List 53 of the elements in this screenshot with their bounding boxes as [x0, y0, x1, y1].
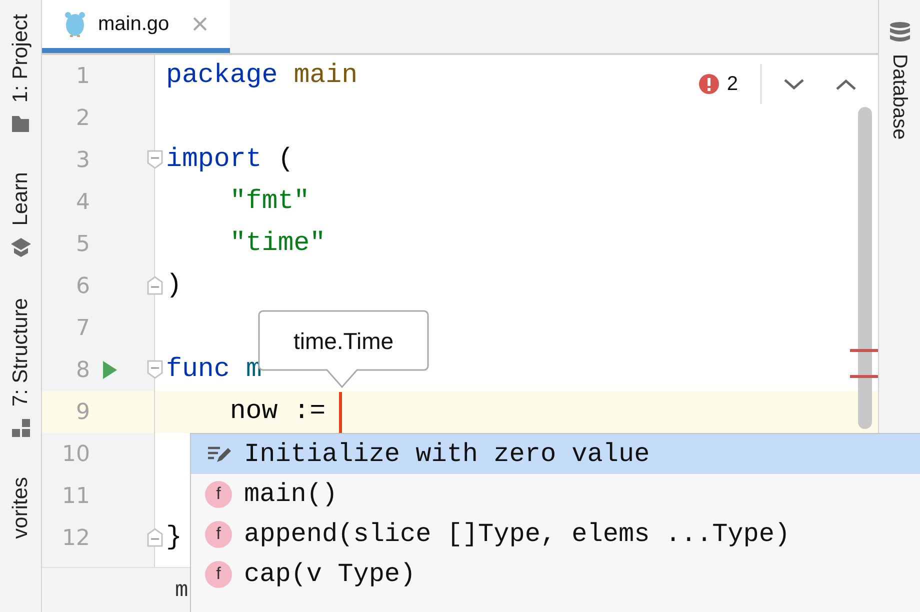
- text-cursor: [339, 392, 342, 433]
- editor-tab[interactable]: main.go: [42, 0, 230, 53]
- scrollbar-thumb[interactable]: [858, 107, 872, 429]
- line-number: 12: [61, 524, 90, 552]
- line-number: 6: [75, 272, 90, 300]
- fold-end-icon[interactable]: [147, 528, 163, 547]
- code-line: import (: [166, 143, 294, 176]
- close-tab-button[interactable]: [191, 15, 210, 33]
- code-line: ): [166, 269, 182, 302]
- code-line: }: [166, 521, 182, 554]
- chevron-up-icon: [836, 78, 856, 90]
- error-icon: [698, 74, 719, 94]
- line-number: 10: [61, 440, 90, 468]
- play-icon: [102, 361, 118, 379]
- line-number: 9: [75, 398, 90, 426]
- completion-item[interactable]: f main(): [191, 474, 920, 514]
- completion-item[interactable]: Initialize with zero value: [191, 434, 920, 474]
- function-badge: f: [205, 480, 232, 508]
- sidebar-tab[interactable]: Database: [890, 54, 910, 140]
- code-line: package main: [166, 59, 358, 92]
- completion-item[interactable]: f append(slice []Type, elems ...Type): [191, 514, 920, 554]
- sidebar-tab[interactable]: Learn: [10, 172, 31, 226]
- fold-marker-icon[interactable]: [147, 150, 163, 169]
- line-number: 5: [75, 230, 90, 258]
- line-number: 8: [75, 356, 90, 384]
- completion-item[interactable]: f cap(v Type): [191, 554, 920, 594]
- code-line: "fmt": [228, 185, 310, 218]
- breadcrumb[interactable]: m: [175, 574, 188, 606]
- fold-end-icon[interactable]: [147, 276, 163, 295]
- close-icon: [192, 16, 208, 32]
- problems-counter[interactable]: 2: [698, 69, 760, 99]
- graduation-cap-icon: [10, 237, 30, 258]
- run-button[interactable]: [102, 361, 118, 379]
- folder-icon: [12, 114, 29, 132]
- database-icon: [888, 22, 910, 44]
- code-line: now :=: [228, 395, 326, 428]
- chevron-down-icon: [784, 78, 804, 90]
- line-number: 3: [75, 146, 90, 174]
- line-number: 7: [75, 314, 90, 342]
- fold-marker-icon[interactable]: [147, 360, 163, 379]
- pencil-lines-icon: [207, 444, 232, 464]
- function-badge: f: [205, 560, 232, 588]
- function-badge: f: [205, 520, 232, 548]
- gopher-file-icon: [64, 10, 86, 38]
- line-number: 11: [61, 482, 90, 510]
- line-number: 1: [75, 62, 90, 90]
- sidebar-tab[interactable]: 1: Project: [10, 14, 31, 103]
- sidebar-tab[interactable]: 7: Structure: [10, 298, 31, 407]
- sidebar-tab[interactable]: vorites: [10, 477, 31, 539]
- code-line: "time": [228, 227, 326, 260]
- line-number: 4: [75, 188, 90, 216]
- line-number: 2: [75, 104, 90, 132]
- blocks-icon: [12, 419, 30, 437]
